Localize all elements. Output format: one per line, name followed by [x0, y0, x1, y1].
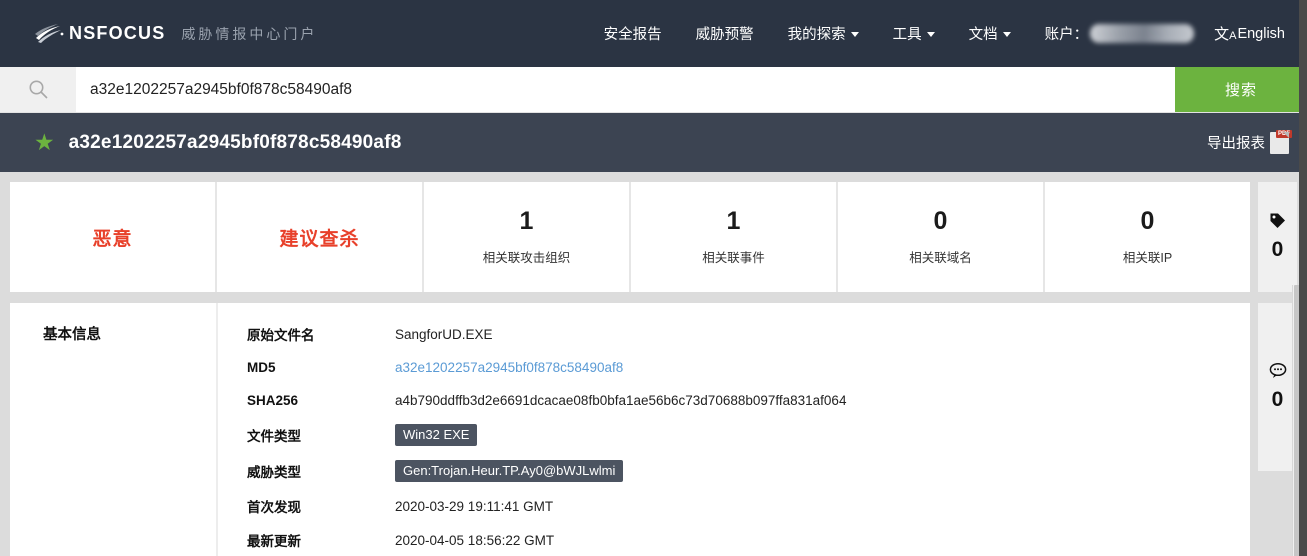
field-label: 威胁类型: [247, 461, 395, 481]
pdf-icon: PDF: [1270, 132, 1289, 154]
field-label: 首次发现: [247, 496, 395, 516]
count-label: 相关联攻击组织: [483, 247, 571, 266]
nav-label: 我的探索: [788, 23, 846, 44]
nav-item-tools[interactable]: 工具: [876, 23, 952, 44]
chevron-down-icon: [851, 32, 859, 37]
count-value: 0: [934, 208, 948, 236]
field-original-filename: 原始文件名 SangforUD.EXE: [247, 324, 1250, 344]
nav-item-threat-alert[interactable]: 威胁预警: [679, 23, 771, 44]
account-menu[interactable]: 账户：: [1028, 23, 1201, 44]
file-type-badge: Win32 EXE: [395, 424, 477, 446]
field-threat-type: 威胁类型 Gen:Trojan.Heur.TP.Ay0@bWJLwlmi: [247, 460, 1250, 482]
brand-name: NSFOCUS: [69, 23, 165, 44]
comment-icon: [1269, 362, 1287, 379]
count-value: 1: [520, 208, 534, 236]
star-icon[interactable]: ★: [34, 131, 55, 154]
tag-icon: [1269, 212, 1286, 229]
nav-item-my-exploration[interactable]: 我的探索: [771, 23, 876, 44]
field-value: 2020-04-05 18:56:22 GMT: [395, 533, 554, 548]
pdf-badge: PDF: [1276, 130, 1292, 138]
field-label: SHA256: [247, 393, 395, 408]
export-label: 导出报表: [1207, 132, 1265, 153]
nav-label: 安全报告: [604, 23, 662, 44]
basic-info-panel: 基本信息 原始文件名 SangforUD.EXE MD5 a32e1202257…: [10, 303, 1250, 556]
comments-count: 0: [1272, 388, 1284, 412]
recommendation-value: 建议查杀: [279, 224, 359, 251]
search-bar: 搜索: [0, 67, 1307, 113]
language-label: English: [1237, 26, 1285, 42]
basic-info-fields: 原始文件名 SangforUD.EXE MD5 a32e1202257a2945…: [218, 303, 1250, 556]
main-nav: 安全报告 威胁预警 我的探索 工具 文档 账户： 文A: [587, 23, 1291, 44]
brand-logo[interactable]: NSFOCUS 威胁情报中心门户: [34, 23, 317, 45]
nsfocus-swoosh-icon: [34, 23, 64, 45]
tags-panel-button[interactable]: 0: [1258, 182, 1297, 292]
field-value: 2020-03-29 19:11:41 GMT: [395, 499, 553, 514]
card-related-attack-groups[interactable]: 1 相关联攻击组织: [424, 182, 631, 292]
account-name-redacted: [1090, 24, 1194, 43]
search-icon: [28, 79, 49, 100]
nav-label: 文档: [969, 23, 998, 44]
field-label: 原始文件名: [247, 324, 395, 344]
nav-label: 威胁预警: [696, 23, 754, 44]
top-navigation-bar: NSFOCUS 威胁情报中心门户 安全报告 威胁预警 我的探索 工具 文档: [0, 0, 1307, 67]
count-label: 相关联域名: [909, 247, 972, 266]
search-icon-container: [0, 67, 76, 112]
page-body: 恶意 建议查杀 1 相关联攻击组织 1 相关联事件 0: [0, 172, 1307, 556]
result-title-bar: ★ a32e1202257a2945bf0f878c58490af8 导出报表 …: [0, 113, 1307, 172]
main-column: 恶意 建议查杀 1 相关联攻击组织 1 相关联事件 0: [10, 182, 1250, 556]
card-related-events[interactable]: 1 相关联事件: [631, 182, 838, 292]
page-title: a32e1202257a2945bf0f878c58490af8: [69, 132, 402, 154]
account-label: 账户：: [1045, 23, 1089, 44]
count-value: 1: [727, 208, 741, 236]
count-label: 相关联事件: [702, 247, 765, 266]
threat-type-badge: Gen:Trojan.Heur.TP.Ay0@bWJLwlmi: [395, 460, 623, 482]
brand-subtitle: 威胁情报中心门户: [181, 24, 317, 44]
nav-item-security-report[interactable]: 安全报告: [587, 23, 679, 44]
window-edge: [1299, 0, 1307, 556]
field-label: MD5: [247, 360, 395, 375]
translate-icon: 文A: [1214, 23, 1236, 44]
field-md5: MD5 a32e1202257a2945bf0f878c58490af8: [247, 358, 1250, 377]
chevron-down-icon: [927, 32, 935, 37]
field-value-link[interactable]: a32e1202257a2945bf0f878c58490af8: [395, 360, 623, 375]
count-label: 相关联IP: [1123, 247, 1172, 266]
field-sha256: SHA256 a4b790ddffb3d2e6691dcacae08fb0bfa…: [247, 391, 1250, 410]
threat-intel-page: NSFOCUS 威胁情报中心门户 安全报告 威胁预警 我的探索 工具 文档: [0, 0, 1307, 556]
chevron-down-icon: [1003, 32, 1011, 37]
search-button[interactable]: 搜索: [1175, 67, 1307, 112]
field-first-seen: 首次发现 2020-03-29 19:11:41 GMT: [247, 496, 1250, 516]
section-title: 基本信息: [43, 323, 216, 344]
field-file-type: 文件类型 Win32 EXE: [247, 424, 1250, 446]
nav-item-docs[interactable]: 文档: [952, 23, 1028, 44]
card-related-ips[interactable]: 0 相关联IP: [1045, 182, 1250, 292]
summary-cards: 恶意 建议查杀 1 相关联攻击组织 1 相关联事件 0: [10, 182, 1250, 292]
tags-count: 0: [1272, 238, 1284, 262]
search-input[interactable]: [76, 67, 1175, 112]
language-switcher[interactable]: 文A English: [1200, 23, 1291, 44]
card-verdict-malicious: 恶意: [10, 182, 217, 292]
verdict-value: 恶意: [92, 224, 132, 251]
field-value: a4b790ddffb3d2e6691dcacae08fb0bfa1ae56b6…: [395, 393, 846, 408]
card-related-domains[interactable]: 0 相关联域名: [838, 182, 1045, 292]
nav-label: 工具: [893, 23, 922, 44]
count-value: 0: [1141, 208, 1155, 236]
field-label: 最新更新: [247, 530, 395, 550]
field-label: 文件类型: [247, 425, 395, 445]
basic-info-sidebar: 基本信息: [10, 303, 218, 556]
export-report-button[interactable]: 导出报表 PDF: [1207, 132, 1289, 154]
field-last-updated: 最新更新 2020-04-05 18:56:22 GMT: [247, 530, 1250, 550]
field-value: SangforUD.EXE: [395, 327, 493, 342]
card-recommendation: 建议查杀: [217, 182, 424, 292]
